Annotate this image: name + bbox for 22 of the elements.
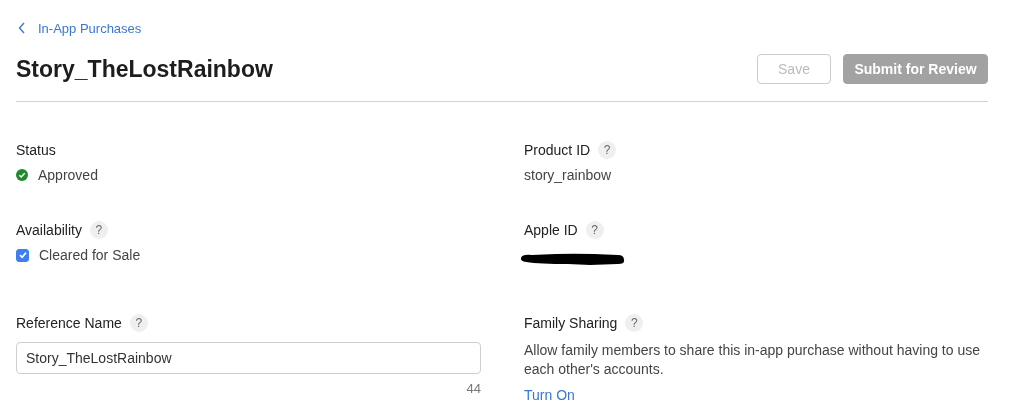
family-sharing-description: Allow family members to share this in-app purchase without having to use each other's accounts. [524, 341, 981, 379]
checkbox[interactable] [16, 248, 29, 262]
page-title: Story_TheLostRainbow [16, 55, 273, 83]
field-label: Apple ID [524, 222, 578, 238]
help-icon[interactable]: ? [625, 314, 644, 332]
help-icon[interactable]: ? [89, 221, 108, 239]
character-count: 44 [465, 381, 481, 396]
field-label: Product ID [524, 142, 591, 158]
field-value: story_rainbow [524, 167, 613, 183]
help-icon[interactable]: ? [585, 221, 604, 239]
field-label: Status [16, 142, 56, 158]
field-label: Availability [16, 222, 82, 238]
checkbox-label: Cleared for Sale [39, 247, 141, 263]
turn-on-link[interactable]: Turn On [524, 387, 575, 403]
status-text: Approved [38, 167, 98, 183]
breadcrumb-link[interactable]: In-App Purchases [38, 20, 142, 36]
field-label: Family Sharing [524, 315, 618, 331]
reference-name-field[interactable]: Story_TheLostRainbow [16, 342, 481, 374]
field-label: Reference Name [16, 315, 122, 331]
back-chevron-icon[interactable] [18, 22, 26, 34]
help-icon[interactable]: ? [129, 314, 148, 332]
help-icon[interactable]: ? [598, 141, 617, 159]
